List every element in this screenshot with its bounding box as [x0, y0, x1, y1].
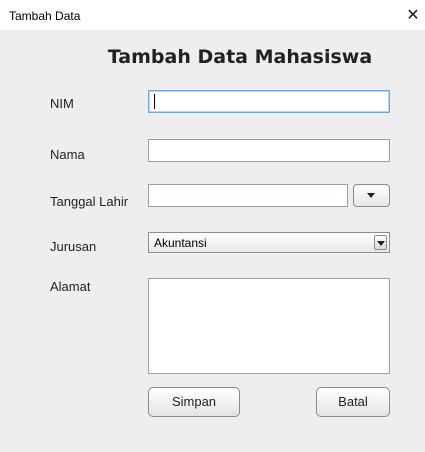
alamat-label: Alamat — [50, 279, 91, 294]
simpan-button[interactable]: Simpan — [148, 387, 240, 417]
tanggal-lahir-label: Tanggal Lahir — [50, 194, 129, 209]
chevron-down-icon — [377, 241, 385, 246]
form-panel: Tambah Data Mahasiswa NIM Nama Tanggal L… — [0, 30, 425, 452]
date-picker-button[interactable] — [353, 184, 390, 207]
alamat-textarea[interactable] — [148, 278, 390, 374]
dropdown-arrow-icon[interactable] — [374, 235, 387, 250]
chevron-down-icon — [367, 193, 375, 198]
jurusan-select[interactable]: Akuntansi — [148, 232, 390, 253]
window-title: Tambah Data — [9, 9, 81, 23]
tambah-data-dialog: Tambah Data ✕ Tambah Data Mahasiswa NIM … — [0, 0, 425, 452]
text-caret — [154, 94, 155, 109]
jurusan-selected-value: Akuntansi — [154, 236, 207, 250]
jurusan-label: Jurusan — [50, 239, 97, 254]
tanggal-lahir-field[interactable] — [148, 184, 348, 207]
nim-label: NIM — [50, 96, 74, 111]
close-icon[interactable]: ✕ — [401, 4, 425, 26]
nama-label: Nama — [50, 147, 85, 162]
nama-field[interactable] — [148, 139, 390, 162]
batal-button[interactable]: Batal — [316, 387, 390, 417]
nim-field[interactable] — [148, 90, 390, 113]
title-bar: Tambah Data ✕ — [0, 0, 425, 30]
page-title: Tambah Data Mahasiswa — [107, 46, 373, 68]
